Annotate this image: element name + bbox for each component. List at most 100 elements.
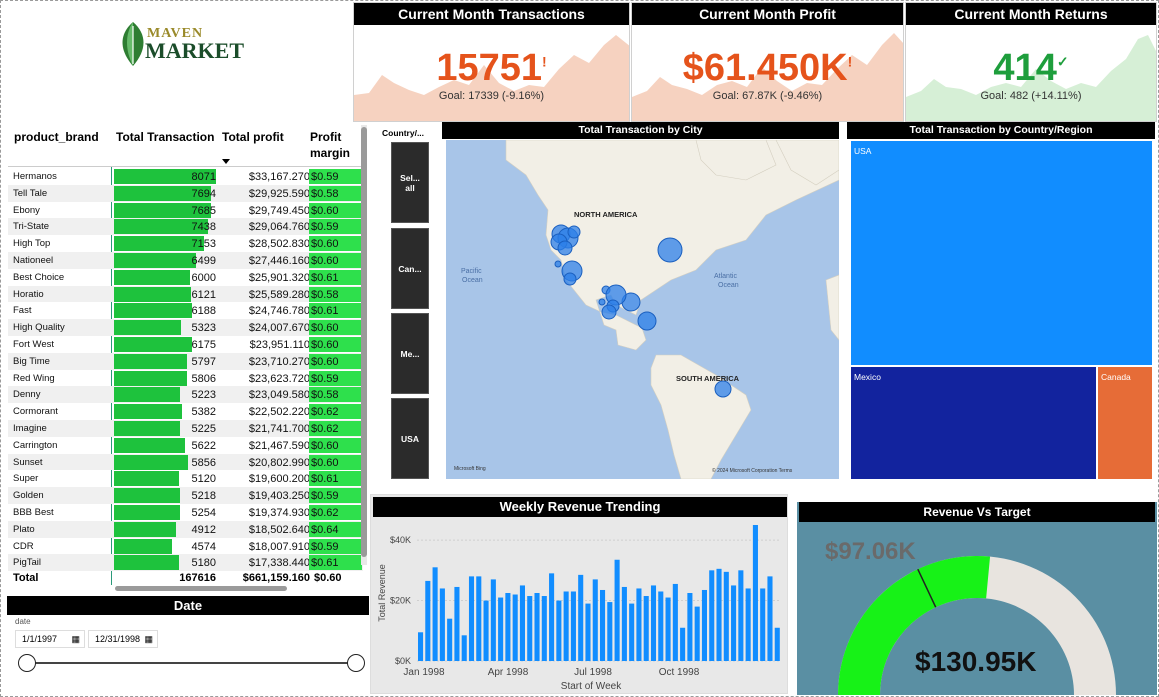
column-header-profit[interactable]: Total profit: [222, 130, 284, 144]
revenue-bar[interactable]: [439, 588, 445, 661]
column-header-margin[interactable]: Profit: [310, 130, 341, 144]
revenue-bar[interactable]: [738, 570, 744, 661]
revenue-bar[interactable]: [570, 591, 576, 661]
revenue-bar[interactable]: [549, 573, 555, 661]
calendar-icon[interactable]: ▦: [71, 631, 80, 647]
kpi-returns-card[interactable]: Current Month Returns 414✓ Goal: 482 (+1…: [905, 2, 1157, 122]
revenue-bar[interactable]: [665, 597, 671, 661]
treemap-mexico[interactable]: Mexico: [851, 367, 1096, 479]
kpi-profit-card[interactable]: Current Month Profit $61.450K! Goal: 67.…: [631, 2, 904, 122]
revenue-bar[interactable]: [527, 596, 533, 661]
table-row[interactable]: BBB Best 5254 $19,374.930 $0.62: [8, 504, 363, 521]
slicer-usa[interactable]: USA: [391, 398, 429, 479]
revenue-gauge-panel[interactable]: Revenue Vs Target $97.06K $130.95K: [797, 502, 1157, 695]
revenue-bar[interactable]: [752, 525, 758, 661]
table-row[interactable]: Denny 5223 $23,049.580 $0.58: [8, 386, 363, 404]
slicer-mexico[interactable]: Me...: [391, 313, 429, 394]
start-date-input[interactable]: 1/1/1997 ▦: [15, 630, 85, 648]
table-row[interactable]: Fast 6188 $24,746.780 $0.61: [8, 302, 363, 319]
revenue-bar[interactable]: [658, 591, 664, 661]
table-row[interactable]: Big Time 5797 $23,710.270 $0.60: [8, 352, 363, 370]
revenue-bar[interactable]: [505, 593, 511, 661]
revenue-bar[interactable]: [621, 586, 627, 661]
vertical-scrollbar[interactable]: [361, 125, 367, 565]
brand-table[interactable]: product_brand Total Transaction Total pr…: [0, 125, 370, 595]
table-row[interactable]: Imagine 5225 $21,741.700 $0.62: [8, 420, 363, 437]
table-row[interactable]: Red Wing 5806 $23,623.720 $0.59: [8, 370, 363, 387]
table-row[interactable]: Super 5120 $19,600.200 $0.61: [8, 470, 363, 487]
slicer-canada[interactable]: Can...: [391, 228, 429, 309]
city-map[interactable]: NORTH AMERICA SOUTH AMERICA Pacific Ocea…: [446, 140, 839, 479]
revenue-bar[interactable]: [600, 589, 606, 661]
table-row[interactable]: Tri-State 7438 $29,064.760 $0.59: [8, 218, 363, 236]
table-row[interactable]: Nationeel 6499 $27,446.160 $0.60: [8, 252, 363, 269]
table-row[interactable]: Horatio 6121 $25,589.280 $0.58: [8, 285, 363, 303]
revenue-bar[interactable]: [432, 567, 438, 661]
table-row[interactable]: High Top 7153 $28,502.830 $0.60: [8, 235, 363, 252]
table-row[interactable]: Fort West 6175 $23,951.110 $0.60: [8, 336, 363, 353]
revenue-bar[interactable]: [774, 627, 780, 661]
revenue-bar[interactable]: [694, 606, 700, 661]
revenue-bar[interactable]: [643, 596, 649, 661]
revenue-bar[interactable]: [512, 594, 518, 661]
kpi-transactions-card[interactable]: Current Month Transactions 15751! Goal: …: [353, 2, 630, 122]
revenue-bar[interactable]: [425, 580, 431, 661]
column-header-brand[interactable]: product_brand: [14, 130, 99, 144]
end-date-input[interactable]: 12/31/1998 ▦: [88, 630, 158, 648]
revenue-bar[interactable]: [541, 596, 547, 661]
column-header-transaction[interactable]: Total Transaction: [116, 130, 214, 144]
revenue-bar[interactable]: [614, 559, 620, 661]
revenue-bar[interactable]: [468, 576, 475, 661]
revenue-bar[interactable]: [578, 574, 584, 661]
revenue-bar[interactable]: [418, 632, 424, 661]
revenue-bar[interactable]: [476, 576, 482, 661]
revenue-bar[interactable]: [519, 585, 525, 661]
revenue-bar[interactable]: [483, 600, 489, 661]
revenue-bar[interactable]: [592, 579, 598, 661]
revenue-bar[interactable]: [745, 588, 751, 661]
weekly-revenue-panel[interactable]: Weekly Revenue Trending $0K $20K $40K Jan 1…: [370, 494, 788, 694]
scrollbar-thumb[interactable]: [361, 127, 367, 557]
revenue-bar[interactable]: [716, 568, 722, 661]
revenue-bar[interactable]: [701, 589, 707, 661]
table-row[interactable]: Best Choice 6000 $25,901.320 $0.61: [8, 269, 363, 286]
revenue-bar[interactable]: [723, 571, 729, 661]
date-range-end-handle[interactable]: [347, 654, 365, 672]
revenue-bar[interactable]: [447, 618, 453, 661]
revenue-bar[interactable]: [607, 602, 613, 661]
revenue-bar[interactable]: [585, 603, 591, 661]
revenue-bar[interactable]: [767, 576, 773, 661]
horizontal-scrollbar[interactable]: [115, 586, 287, 591]
revenue-bar[interactable]: [498, 597, 504, 661]
revenue-bar[interactable]: [636, 588, 642, 661]
treemap-canada[interactable]: Canada: [1098, 367, 1152, 479]
revenue-bar[interactable]: [680, 627, 686, 661]
revenue-bar[interactable]: [563, 591, 569, 661]
revenue-bar[interactable]: [490, 579, 496, 661]
slicer-select-all[interactable]: Sel... all: [391, 142, 429, 223]
table-row[interactable]: Sunset 5856 $20,802.990 $0.60: [8, 453, 363, 471]
table-row[interactable]: Carrington 5622 $21,467.590 $0.60: [8, 437, 363, 454]
table-row[interactable]: Tell Tale 7694 $29,925.590 $0.58: [8, 184, 363, 202]
treemap-usa[interactable]: USA: [851, 141, 1152, 365]
revenue-bar[interactable]: [672, 583, 678, 661]
table-row[interactable]: Hermanos 8071 $33,167.270 $0.59: [8, 168, 363, 185]
revenue-bar[interactable]: [556, 600, 562, 661]
table-row[interactable]: Cormorant 5382 $22,502.220 $0.62: [8, 403, 363, 420]
revenue-bar[interactable]: [461, 635, 467, 661]
table-row[interactable]: CDR 4574 $18,007.910 $0.59: [8, 538, 363, 555]
revenue-bar[interactable]: [629, 603, 635, 661]
revenue-bar[interactable]: [534, 593, 540, 661]
table-row[interactable]: Ebony 7685 $29,749.450 $0.60: [8, 202, 363, 219]
table-row[interactable]: Plato 4912 $18,502.640 $0.64: [8, 520, 363, 538]
date-range-start-handle[interactable]: [18, 654, 36, 672]
revenue-bar[interactable]: [454, 586, 460, 661]
table-row[interactable]: Golden 5218 $19,403.250 $0.59: [8, 487, 363, 504]
revenue-bar[interactable]: [760, 588, 766, 661]
revenue-bar[interactable]: [731, 585, 737, 661]
revenue-bar[interactable]: [650, 585, 657, 661]
calendar-icon[interactable]: ▦: [144, 631, 153, 647]
revenue-bar[interactable]: [687, 593, 693, 661]
date-range-track[interactable]: [25, 662, 357, 664]
revenue-bar[interactable]: [709, 570, 715, 661]
